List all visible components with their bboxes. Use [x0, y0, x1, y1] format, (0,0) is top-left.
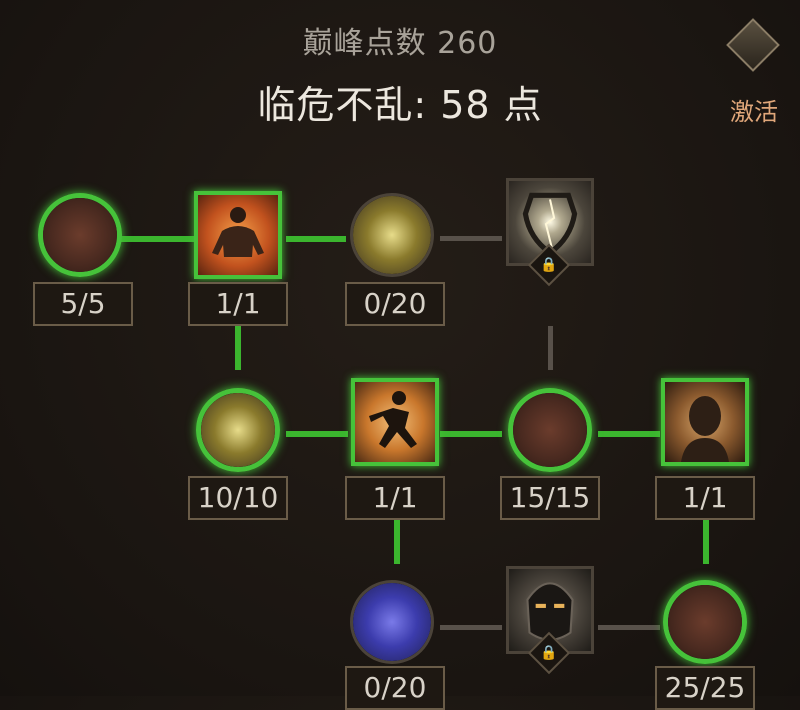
link-body1-shield2: [235, 326, 241, 370]
node-counter: 1/1: [655, 476, 755, 520]
link-shield1-cracked: [440, 236, 502, 241]
node-counter: 0/20: [345, 666, 445, 710]
activate-label: 激活: [730, 98, 778, 126]
bald-head-icon: [681, 396, 729, 462]
link-runner-blue: [394, 520, 400, 564]
board-title: 临危不乱: 58 点: [257, 83, 543, 127]
node-counter: 10/10: [188, 476, 288, 520]
paragon-node-head[interactable]: [655, 372, 755, 472]
link-body1-shield1: [286, 236, 346, 242]
paragon-node-blue-shield[interactable]: [342, 572, 442, 672]
node-counter: 1/1: [188, 282, 288, 326]
node-counter: 15/15: [500, 476, 600, 520]
link-blue-helmet: [440, 625, 502, 630]
paragon-node-heart-1[interactable]: [30, 185, 130, 285]
node-counter: 5/5: [33, 282, 133, 326]
link-helmet-swords: [598, 625, 660, 630]
link-cracked-heart2: [548, 326, 553, 370]
paragon-node-swords[interactable]: [655, 572, 755, 672]
paragon-node-shield-2[interactable]: [188, 380, 288, 480]
node-counter: 1/1: [345, 476, 445, 520]
link-runner-heart2: [440, 431, 502, 437]
paragon-points-label: 巅峰点数 260: [302, 26, 498, 61]
link-heart2-head: [598, 431, 660, 437]
diamond-icon: [726, 18, 780, 72]
power-body-icon: [212, 207, 264, 257]
node-counter: 25/25: [655, 666, 755, 710]
paragon-node-shield-1[interactable]: [342, 185, 442, 285]
paragon-node-body[interactable]: [188, 185, 288, 285]
activate-button[interactable]: 激活: [722, 18, 786, 130]
node-counter: 0/20: [345, 282, 445, 326]
paragon-node-cracked-shield[interactable]: 🔒: [500, 172, 600, 287]
link-head-swords: [703, 520, 709, 564]
link-heart1-body1: [120, 236, 196, 242]
running-man-icon: [369, 391, 417, 448]
paragon-node-heart-2[interactable]: [500, 380, 600, 480]
paragon-node-runner[interactable]: [345, 372, 445, 472]
link-shield2-runner: [286, 431, 348, 437]
paragon-node-helmet[interactable]: 🔒: [500, 560, 600, 675]
